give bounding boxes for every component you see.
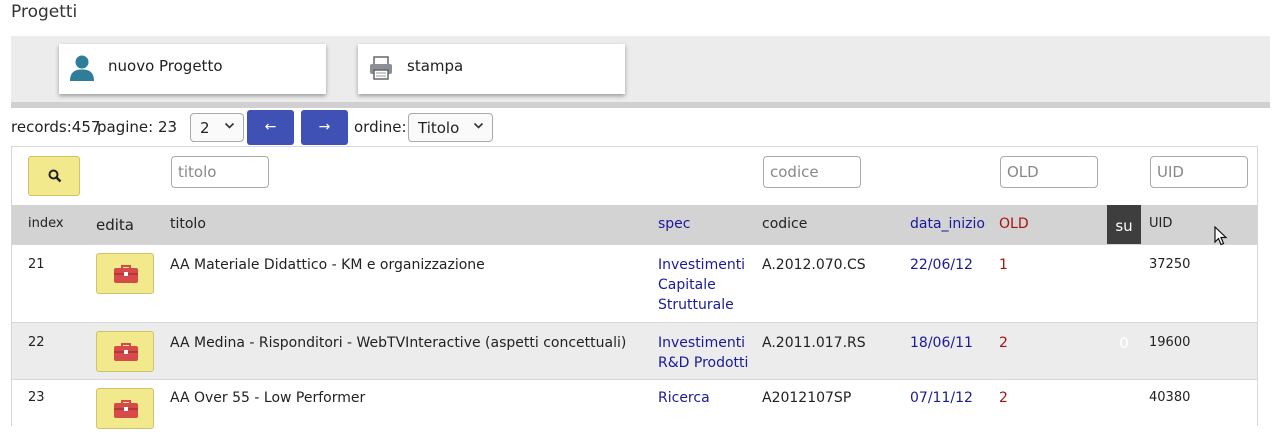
spec-line: Capitale [658,277,716,293]
cell-old: 2 [999,335,1008,351]
column-header-su[interactable]: su [1107,205,1141,244]
cell-su: 0 [1119,334,1129,352]
cell-data-inizio[interactable]: 07/11/12 [910,388,973,408]
pages-count: pagine: 23 [97,118,178,136]
print-button[interactable]: stampa [358,44,625,94]
new-project-label: nuovo Progetto [108,57,223,75]
briefcase-icon [114,343,138,361]
table-row[interactable]: 22 AA Medina - Risponditori - WebTVInter… [12,322,1257,379]
spec-line: R&D Prodotti [658,355,749,371]
projects-table: index edita titolo spec codice data_iniz… [11,146,1258,439]
column-header-data-inizio[interactable]: data_inizio [910,216,985,232]
cell-codice: A.2012.070.CS [762,257,866,273]
chevron-down-icon [473,122,484,129]
next-page-button[interactable]: → [301,110,348,145]
cell-spec[interactable]: Investimenti Capitale Strutturale [658,255,754,315]
search-icon [48,169,62,183]
spec-line: Ricerca [658,390,710,406]
briefcase-icon [114,265,138,283]
user-icon [69,54,95,82]
new-project-button[interactable]: nuovo Progetto [59,44,326,94]
page-title: Progetti [11,2,78,22]
spec-line: Investimenti [658,335,746,351]
toolbar-divider [11,102,1270,108]
column-header-codice[interactable]: codice [762,216,807,232]
table-row[interactable]: 21 AA Materiale Didattico - KM e organiz… [12,244,1257,322]
table-row[interactable]: 23 AA Over 55 - Low Performer Ricerca A2… [12,379,1257,439]
cell-data-inizio[interactable]: 22/06/12 [910,255,973,275]
column-header-titolo[interactable]: titolo [170,216,206,232]
cell-codice: A2012107SP [762,390,852,406]
edit-button[interactable] [96,388,154,429]
codice-filter-input[interactable] [763,156,861,188]
cell-index: 23 [28,390,45,405]
cell-index: 22 [28,335,45,350]
cell-uid: 19600 [1149,335,1191,350]
toolbar: nuovo Progetto stampa [11,36,1270,102]
cell-titolo: AA Materiale Didattico - KM e organizzaz… [170,257,485,273]
cell-titolo: AA Over 55 - Low Performer [170,390,366,406]
uid-filter-input[interactable] [1150,156,1248,188]
page-select[interactable]: 2 [190,113,244,142]
spec-line: Investimenti [658,257,746,273]
column-header-old[interactable]: OLD [999,216,1029,232]
records-count: records:457 [11,118,101,136]
cell-old: 2 [999,390,1008,406]
cell-titolo: AA Medina - Risponditori - WebTVInteract… [170,335,627,351]
mouse-cursor-icon [1214,226,1228,246]
order-select[interactable]: Titolo [408,113,493,142]
cell-old: 1 [999,257,1008,273]
briefcase-icon [114,400,138,418]
page-select-value: 2 [200,119,210,137]
spec-line: Strutturale [658,297,734,313]
order-select-value: Titolo [418,119,460,137]
cell-su: 0 [1119,389,1129,407]
cell-index: 21 [28,257,45,272]
cell-spec[interactable]: Investimenti R&D Prodotti [658,333,754,373]
cell-uid: 37250 [1149,257,1191,272]
search-button[interactable] [28,156,80,196]
edit-button[interactable] [96,331,154,372]
table-header: index edita titolo spec codice data_iniz… [12,205,1257,244]
print-label: stampa [407,57,464,75]
cell-data-inizio[interactable]: 18/06/11 [910,333,973,353]
column-header-spec[interactable]: spec [658,216,691,232]
printer-icon [368,54,394,82]
column-header-uid[interactable]: UID [1149,216,1172,231]
prev-page-button[interactable]: ← [247,110,294,145]
cell-codice: A.2011.017.RS [762,335,866,351]
order-label: ordine: [354,118,407,136]
chevron-down-icon [224,122,235,129]
column-header-index[interactable]: index [28,216,64,231]
column-header-edita: edita [96,216,134,234]
cell-uid: 40380 [1149,390,1191,405]
titolo-filter-input[interactable] [171,156,269,188]
cell-spec[interactable]: Ricerca [658,388,754,408]
old-filter-input[interactable] [1000,156,1098,188]
pagination-bar: records:457 pagine: 23 2 ← → ordine: Tit… [11,110,611,145]
cell-su: 0 [1119,256,1129,274]
edit-button[interactable] [96,253,154,294]
filter-row [12,147,1257,205]
